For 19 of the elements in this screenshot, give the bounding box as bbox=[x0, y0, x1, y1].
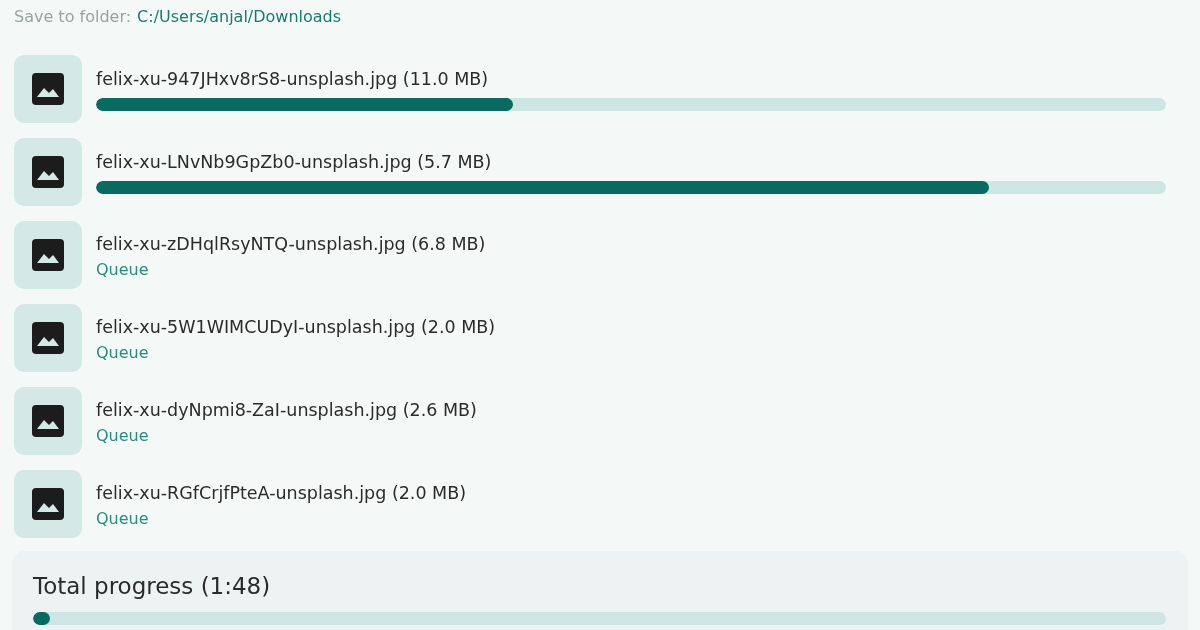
file-name: felix-xu-5W1WIMCUDyI-unsplash.jpg (2.0 MB) bbox=[96, 316, 497, 337]
image-icon bbox=[31, 321, 65, 355]
total-progress-label: Total progress (1:48) bbox=[33, 573, 272, 599]
folder-label: Save to folder: bbox=[14, 6, 132, 26]
image-icon bbox=[31, 155, 65, 189]
image-icon bbox=[31, 404, 65, 438]
image-icon bbox=[31, 72, 65, 106]
status-text: Queue bbox=[96, 259, 150, 279]
file-name: felix-xu-dyNpmi8-ZaI-unsplash.jpg (2.6 MB) bbox=[96, 399, 478, 420]
folder-path[interactable]: C:/Users/anjal/Downloads bbox=[137, 6, 342, 26]
status-text: Queue bbox=[96, 425, 150, 445]
file-name: felix-xu-947JHxv8rS8-unsplash.jpg (11.0 MB) bbox=[96, 69, 490, 89]
file-name: felix-xu-LNvNb9GpZb0-unsplash.jpg (5.7 MB) bbox=[96, 152, 493, 172]
file-name: felix-xu-RGfCrjfPteA-unsplash.jpg (2.0 MB) bbox=[96, 482, 468, 503]
image-icon bbox=[31, 487, 65, 521]
status-text: Queue bbox=[96, 342, 150, 362]
image-icon bbox=[31, 238, 65, 272]
status-text: Queue bbox=[96, 508, 150, 528]
file-name: felix-xu-zDHqlRsyNTQ-unsplash.jpg (6.8 MB) bbox=[96, 233, 487, 254]
